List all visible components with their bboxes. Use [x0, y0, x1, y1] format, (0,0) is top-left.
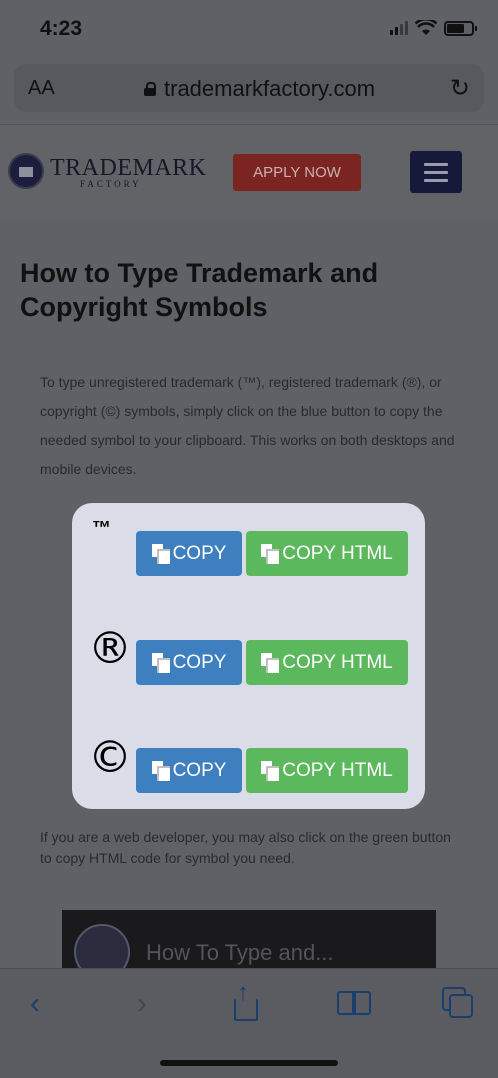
copy-html-label: COPY HTML — [282, 651, 393, 673]
copy-copyright-button[interactable]: COPY — [136, 748, 242, 793]
copy-registered-button[interactable]: COPY — [136, 640, 242, 685]
intro-paragraph: To type unregistered trademark (™), regi… — [40, 374, 455, 477]
reload-icon[interactable]: ↻ — [450, 74, 470, 103]
copyright-symbol: © — [88, 732, 132, 783]
wifi-icon — [415, 20, 437, 35]
copy-label: COPY — [172, 542, 227, 564]
copy-icon — [151, 544, 170, 564]
video-thumbnail[interactable]: How To Type and... — [62, 910, 436, 968]
copy-icon — [151, 653, 170, 673]
home-indicator — [160, 1060, 338, 1066]
copy-label: COPY — [172, 759, 227, 781]
copy-icon — [151, 761, 170, 781]
registered-symbol: ® — [88, 623, 132, 674]
status-icons — [390, 20, 477, 36]
video-title: How To Type and... — [146, 940, 334, 965]
copy-html-label: COPY HTML — [282, 542, 393, 564]
tabs-icon[interactable] — [442, 987, 473, 1018]
site-logo[interactable]: TRADEMARK FACTORY — [50, 155, 207, 189]
share-icon[interactable] — [232, 979, 260, 1021]
copy-html-label: COPY HTML — [282, 759, 393, 781]
url-text: trademarkfactory.com — [164, 76, 376, 101]
developer-note-paragraph: If you are a web developer, you may also… — [40, 829, 451, 866]
battery-icon — [444, 20, 477, 36]
copy-icon — [261, 653, 280, 673]
forward-icon[interactable]: › — [137, 987, 147, 1021]
reader-settings-button[interactable]: AA — [28, 77, 55, 100]
trademark-symbol: ™ — [92, 518, 111, 539]
copy-icon — [261, 544, 280, 564]
page-title: How to Type Trademark and Copyright Symb… — [20, 258, 379, 322]
cellular-signal-icon — [390, 21, 408, 35]
status-time: 4:23 — [40, 17, 83, 40]
copy-html-copyright-button[interactable]: COPY HTML — [246, 748, 408, 793]
copy-icon — [261, 761, 280, 781]
url-bar[interactable]: AA trademarkfactory.com ↻ — [14, 64, 484, 112]
channel-logo-icon — [74, 924, 130, 968]
symbol-copy-popup: ™ COPY COPY HTML ® COPY COPY HTML © COPY… — [72, 503, 425, 809]
copy-label: COPY — [172, 651, 227, 673]
status-bar: 4:23 — [0, 0, 498, 58]
apply-now-button[interactable]: APPLY NOW — [233, 154, 361, 191]
url-display[interactable]: trademarkfactory.com — [144, 76, 375, 102]
hamburger-menu-button[interactable] — [410, 151, 462, 193]
copy-html-trademark-button[interactable]: COPY HTML — [246, 531, 408, 576]
back-icon[interactable]: ‹ — [30, 987, 40, 1021]
copy-html-registered-button[interactable]: COPY HTML — [246, 640, 408, 685]
lock-icon — [144, 82, 156, 96]
logo-main-text: TRADEMARK — [50, 155, 207, 181]
logo-icon[interactable] — [8, 153, 44, 189]
copy-trademark-button[interactable]: COPY — [136, 531, 242, 576]
bookmarks-icon[interactable] — [337, 987, 371, 1015]
